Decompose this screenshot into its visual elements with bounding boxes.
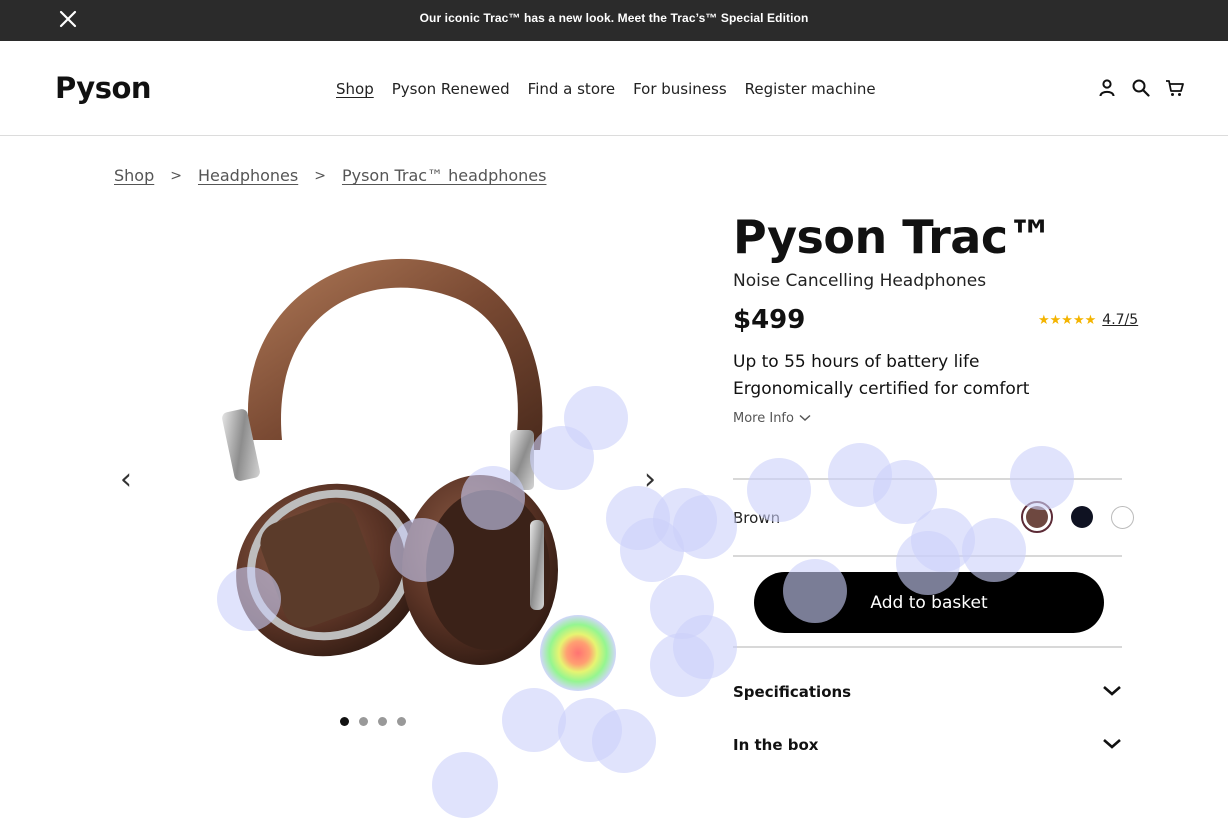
- breadcrumb-current[interactable]: Pyson Trac™ headphones: [342, 166, 547, 185]
- accordion-label: Specifications: [733, 683, 852, 701]
- divider: [733, 555, 1122, 557]
- star-rating-icon: ★★★★★: [1038, 312, 1097, 328]
- site-header: Pyson Shop Pyson Renewed Find a store Fo…: [0, 41, 1228, 136]
- color-swatch-white[interactable]: [1111, 505, 1134, 529]
- nav-item-for-business[interactable]: For business: [633, 80, 727, 98]
- chevron-right-icon[interactable]: ›: [635, 460, 665, 500]
- breadcrumb: Shop > Headphones > Pyson Trac™ headphon…: [114, 166, 546, 185]
- slide-dot[interactable]: [340, 717, 349, 726]
- selected-color-label: Brown: [733, 509, 781, 527]
- product-image: [222, 258, 558, 665]
- product-gallery: ‹ ›: [110, 210, 670, 740]
- chevron-down-icon: [1102, 736, 1122, 752]
- feature-item: Up to 55 hours of battery life: [733, 352, 980, 373]
- slide-dots: [340, 717, 406, 726]
- more-info-label: More Info: [733, 411, 794, 427]
- nav-item-shop[interactable]: Shop: [336, 80, 374, 98]
- divider: [733, 646, 1122, 648]
- rating-value[interactable]: 4.7/5: [1102, 312, 1138, 328]
- announcement-message[interactable]: Our iconic Trac™ has a new look. Meet th…: [0, 11, 1228, 25]
- nav-item-register-machine[interactable]: Register machine: [745, 80, 876, 98]
- rating: ★★★★★ 4.7/5: [1038, 312, 1138, 328]
- product-details: Pyson Trac™ Noise Cancelling Headphones …: [733, 210, 1138, 426]
- account-icon[interactable]: [1097, 78, 1117, 98]
- product-title: Pyson Trac™: [733, 210, 1054, 264]
- nav-item-pyson-renewed[interactable]: Pyson Renewed: [392, 80, 510, 98]
- accordion-label: In the box: [733, 736, 819, 754]
- more-info-toggle[interactable]: More Info: [733, 411, 811, 426]
- add-to-basket-button[interactable]: Add to basket: [754, 572, 1104, 633]
- product-price: $499: [733, 305, 806, 336]
- main-nav: Shop Pyson Renewed Find a store For busi…: [336, 80, 876, 98]
- chevron-left-icon[interactable]: ‹: [111, 460, 141, 500]
- brand-logo[interactable]: Pyson: [55, 71, 152, 105]
- price-row: $499 ★★★★★ 4.7/5: [733, 305, 1138, 339]
- header-icons: [1097, 78, 1185, 98]
- search-icon[interactable]: [1131, 78, 1151, 98]
- cart-icon[interactable]: [1165, 78, 1185, 98]
- feature-list: Up to 55 hours of battery life Ergonomic…: [733, 349, 1123, 403]
- breadcrumb-shop[interactable]: Shop: [114, 166, 154, 185]
- color-swatch-black[interactable]: [1071, 506, 1093, 528]
- color-swatch-brown[interactable]: [1021, 501, 1053, 533]
- chevron-down-icon: [799, 411, 811, 426]
- color-swatches: [1021, 501, 1134, 533]
- accordion-specifications[interactable]: Specifications: [733, 673, 1122, 713]
- nav-item-find-a-store[interactable]: Find a store: [528, 80, 615, 98]
- slide-dot[interactable]: [378, 717, 387, 726]
- product-subtitle: Noise Cancelling Headphones: [733, 271, 987, 292]
- accordion-in-the-box[interactable]: In the box: [733, 726, 1122, 766]
- breadcrumb-separator: >: [170, 167, 182, 184]
- slide-dot[interactable]: [359, 717, 368, 726]
- feature-item: Ergonomically certified for comfort: [733, 379, 1030, 400]
- color-selector: Brown: [733, 479, 1134, 556]
- chevron-down-icon: [1102, 683, 1122, 699]
- breadcrumb-headphones[interactable]: Headphones: [198, 166, 298, 185]
- slide-dot[interactable]: [397, 717, 406, 726]
- announcement-bar: Our iconic Trac™ has a new look. Meet th…: [0, 0, 1228, 41]
- breadcrumb-separator: >: [314, 167, 326, 184]
